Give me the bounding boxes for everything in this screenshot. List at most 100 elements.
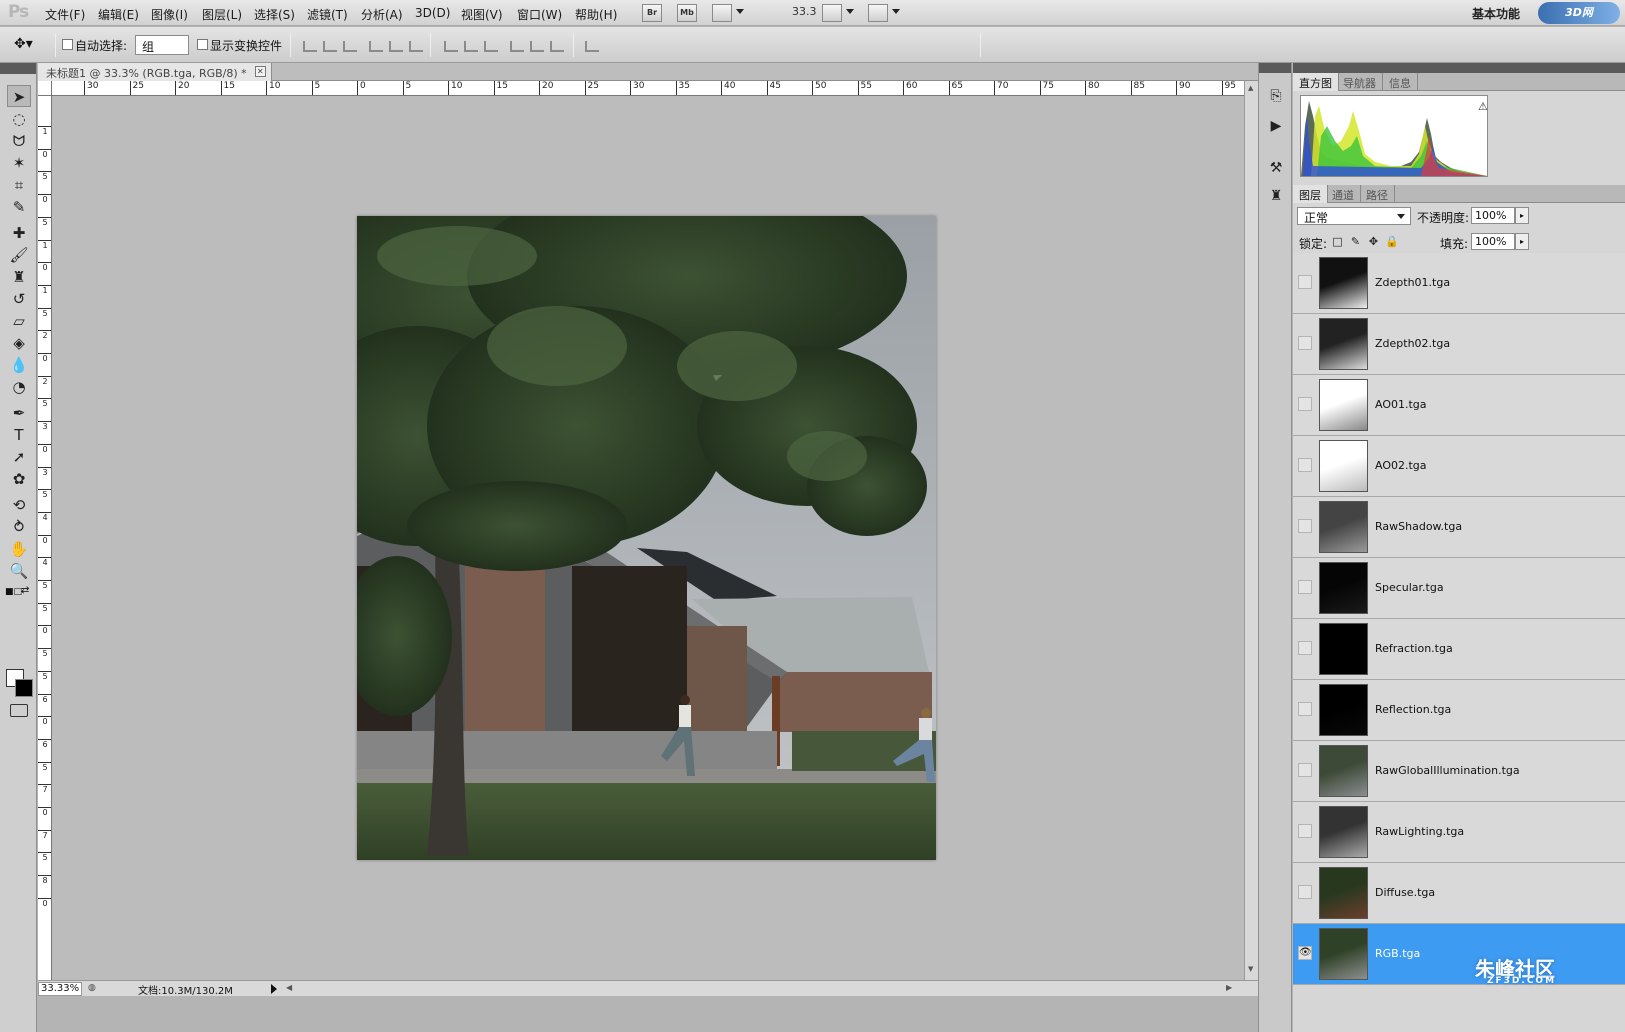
pen-tool-icon[interactable]: ✒ [7, 402, 31, 424]
layer-name[interactable]: Zdepth02.tga [1375, 337, 1450, 350]
layer-thumbnail[interactable] [1319, 928, 1368, 980]
healing-brush-tool-icon[interactable]: ✚ [7, 222, 31, 244]
layer-visibility-eye-icon[interactable]: 👁 [1298, 946, 1312, 960]
layer-name[interactable]: RawGlobalIllumination.tga [1375, 764, 1520, 777]
layer-thumbnail[interactable] [1319, 867, 1368, 919]
brush-tool-icon[interactable]: 🖌 [7, 244, 31, 266]
histogram-warning-icon[interactable]: ⚠ [1478, 100, 1488, 113]
layer-visibility-eye-icon[interactable] [1298, 641, 1312, 655]
layer-name[interactable]: Reflection.tga [1375, 703, 1451, 716]
layer-row[interactable]: Refraction.tga [1293, 619, 1625, 680]
fill-slider-arrow-icon[interactable]: ▸ [1515, 233, 1529, 250]
eyedropper-tool-icon[interactable]: ✎ [7, 196, 31, 218]
menu-window[interactable]: 窗口(W) [517, 6, 562, 23]
zoom-tool-icon[interactable]: 🔍 [7, 560, 31, 582]
layer-thumbnail[interactable] [1319, 623, 1368, 675]
crop-tool-icon[interactable]: ⌗ [7, 174, 31, 196]
layer-visibility-eye-icon[interactable] [1298, 336, 1312, 350]
bridge-button[interactable]: Br [642, 4, 662, 22]
layer-name[interactable]: Refraction.tga [1375, 642, 1453, 655]
hand-tool-icon[interactable]: ✋ [7, 538, 31, 560]
close-tab-icon[interactable]: ✕ [254, 66, 266, 77]
layer-thumbnail[interactable] [1319, 501, 1368, 553]
blur-tool-icon[interactable]: 💧 [7, 354, 31, 376]
swap-colors-icon[interactable]: ⇄ [21, 585, 29, 596]
distribute-horizontal-center-icon[interactable] [530, 41, 544, 52]
distribute-right-icon[interactable] [550, 41, 564, 52]
layer-visibility-eye-icon[interactable] [1298, 702, 1312, 716]
lasso-tool-icon[interactable]: ᗢ [7, 130, 31, 152]
layer-visibility-eye-icon[interactable] [1298, 824, 1312, 838]
menu-view[interactable]: 视图(V) [461, 6, 503, 23]
layer-row[interactable]: Specular.tga [1293, 558, 1625, 619]
history-brush-tool-icon[interactable]: ↺ [7, 288, 31, 310]
dodge-tool-icon[interactable]: ◔ [7, 376, 31, 398]
background-color-swatch[interactable] [15, 679, 33, 697]
layer-name[interactable]: Specular.tga [1375, 581, 1444, 594]
status-zoom-field[interactable]: 33.33% [38, 982, 82, 996]
arrange-documents-button[interactable] [822, 4, 842, 22]
lock-all-icon[interactable]: 🔒 [1385, 235, 1399, 248]
rendered-image-canvas[interactable] [357, 216, 936, 860]
layer-visibility-eye-icon[interactable] [1298, 580, 1312, 594]
tab-channels[interactable]: 通道 [1326, 185, 1361, 203]
menu-file[interactable]: 文件(F) [45, 6, 85, 23]
toolbox-grip[interactable] [0, 63, 36, 74]
auto-align-layers-icon[interactable] [585, 41, 599, 52]
menu-help[interactable]: 帮助(H) [575, 6, 617, 23]
align-bottom-icon[interactable] [343, 41, 357, 52]
layer-visibility-eye-icon[interactable] [1298, 763, 1312, 777]
vertical-scrollbar[interactable]: ▲ ▼ [1244, 81, 1258, 980]
layer-name[interactable]: AO02.tga [1375, 459, 1427, 472]
align-top-icon[interactable] [303, 41, 317, 52]
dock-grip[interactable] [1259, 63, 1291, 73]
opacity-slider-arrow-icon[interactable]: ▸ [1515, 207, 1529, 224]
align-right-icon[interactable] [409, 41, 423, 52]
layer-thumbnail[interactable] [1319, 684, 1368, 736]
layer-row[interactable]: Zdepth02.tga [1293, 314, 1625, 375]
history-panel-icon[interactable]: ⎘ [1266, 87, 1286, 105]
tab-histogram[interactable]: 直方图 [1293, 73, 1339, 91]
view-extras-dropdown-icon[interactable] [736, 9, 744, 14]
screen-mode-button[interactable] [868, 4, 888, 22]
menu-edit[interactable]: 编辑(E) [98, 6, 139, 23]
layer-visibility-eye-icon[interactable] [1298, 885, 1312, 899]
status-menu-arrow-icon[interactable] [271, 984, 277, 994]
distribute-top-icon[interactable] [444, 41, 458, 52]
fill-field[interactable]: 100% [1471, 233, 1515, 250]
layer-thumbnail[interactable] [1319, 745, 1368, 797]
ruler-origin[interactable] [38, 81, 52, 96]
layer-row[interactable]: AO01.tga [1293, 375, 1625, 436]
view-extras-button[interactable] [712, 4, 732, 22]
layer-name[interactable]: RawShadow.tga [1375, 520, 1462, 533]
tab-navigator[interactable]: 导航器 [1337, 73, 1383, 91]
arrange-dropdown-icon[interactable] [846, 9, 854, 14]
clone-source-icon[interactable]: ♜ [1266, 187, 1286, 205]
horizontal-scroll-right-icon[interactable]: ▶ [1226, 983, 1232, 992]
panels-grip[interactable] [1293, 63, 1625, 73]
eraser-tool-icon[interactable]: ▱ [7, 310, 31, 332]
layer-thumbnail[interactable] [1319, 379, 1368, 431]
layer-name[interactable]: Zdepth01.tga [1375, 276, 1450, 289]
menu-image[interactable]: 图像(I) [151, 6, 188, 23]
tool-presets-icon[interactable]: ⚒ [1266, 159, 1286, 177]
magic-wand-tool-icon[interactable]: ✶ [7, 152, 31, 174]
screen-mode-dropdown-icon[interactable] [892, 9, 900, 14]
layer-thumbnail[interactable] [1319, 440, 1368, 492]
layer-name[interactable]: RGB.tga [1375, 947, 1420, 960]
auto-select-target-dropdown[interactable]: 组 [135, 35, 189, 55]
3d-orbit-tool-icon[interactable]: ⥁ [7, 516, 31, 538]
layer-row[interactable]: RawGlobalIllumination.tga [1293, 741, 1625, 802]
menu-analysis[interactable]: 分析(A) [361, 6, 403, 23]
default-colors-icon[interactable]: ■□ [5, 587, 22, 597]
menu-3d[interactable]: 3D(D) [415, 6, 450, 20]
menu-layer[interactable]: 图层(L) [202, 6, 242, 23]
layer-row[interactable]: Zdepth01.tga [1293, 253, 1625, 314]
clone-stamp-tool-icon[interactable]: ♜ [7, 266, 31, 288]
move-tool-preset-icon[interactable]: ✥▾ [14, 36, 33, 52]
layer-name[interactable]: RawLighting.tga [1375, 825, 1464, 838]
layer-thumbnail[interactable] [1319, 562, 1368, 614]
layer-visibility-eye-icon[interactable] [1298, 458, 1312, 472]
align-vertical-center-icon[interactable] [323, 41, 337, 52]
elliptical-marquee-tool-icon[interactable]: ◌ [7, 108, 31, 130]
